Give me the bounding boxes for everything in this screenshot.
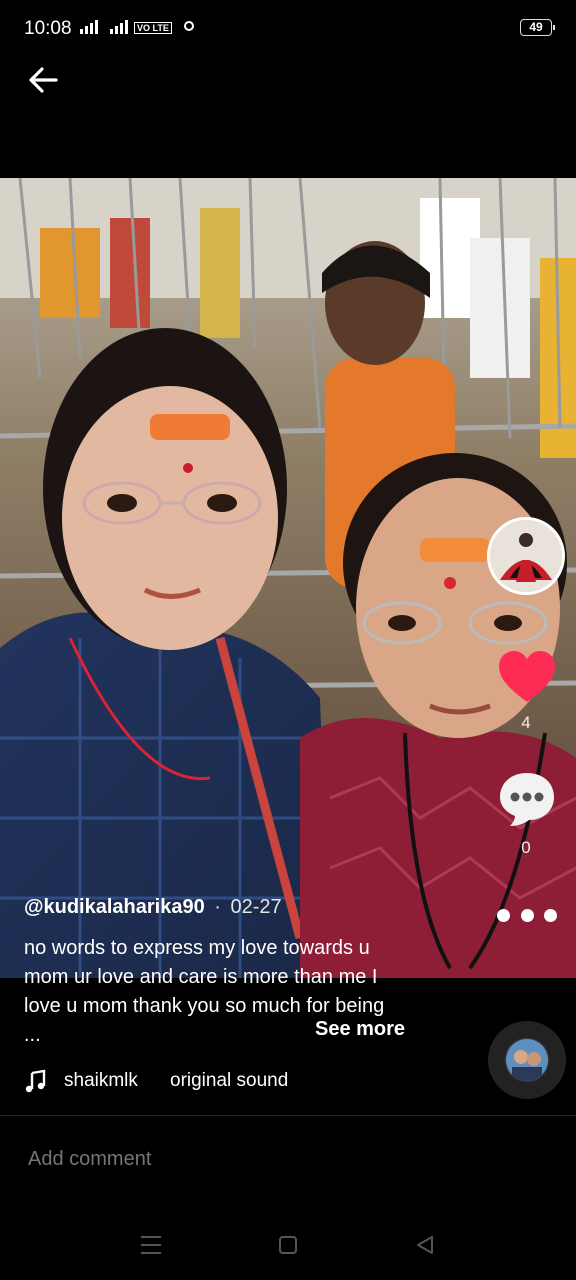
battery-icon: 49 (520, 19, 555, 36)
music-artist[interactable]: shaikmlk (64, 1070, 138, 1092)
back-button[interactable] (24, 60, 64, 100)
like-button[interactable] (496, 648, 558, 711)
creator-avatar[interactable] (487, 517, 565, 595)
divider (0, 1115, 576, 1116)
like-count: 4 (521, 713, 531, 732)
ellipsis-icon (497, 908, 510, 922)
triangle-back-icon[interactable] (414, 1234, 436, 1256)
speech-bubble-icon (500, 773, 554, 826)
music-title[interactable]: original sound (170, 1070, 288, 1092)
record-icon (183, 21, 194, 31)
signal-icon (80, 18, 98, 34)
author-username[interactable]: @kudikalaharika90 (24, 896, 205, 918)
comment-count: 0 (521, 838, 531, 857)
system-nav-bar (0, 1216, 576, 1280)
menu-icon[interactable] (141, 1236, 161, 1254)
avatar-image (490, 520, 562, 592)
sound-disc-button[interactable] (488, 1021, 566, 1099)
music-note-icon (25, 1069, 46, 1093)
separator: · (214, 896, 221, 918)
video-frame (0, 178, 576, 978)
post-author-line: @kudikalaharika90 · 02-27 (24, 896, 282, 919)
status-time: 10:08 (24, 18, 72, 39)
comment-button[interactable] (496, 770, 558, 833)
add-comment-input[interactable] (28, 1148, 528, 1171)
heart-icon (499, 651, 555, 702)
volte-badge: VO LTE (134, 22, 172, 34)
arrow-left-icon (29, 67, 58, 93)
sound-avatar (506, 1039, 548, 1081)
post-date: 02-27 (230, 896, 282, 918)
see-more-link[interactable]: See more (315, 1018, 405, 1041)
status-icons: VO LTE (80, 18, 194, 34)
home-square-icon[interactable] (279, 1236, 297, 1254)
more-options-button[interactable] (497, 906, 557, 924)
video-player[interactable] (0, 178, 576, 978)
signal-4g-icon (110, 18, 128, 34)
status-bar: 10:08 VO LTE 49 (0, 0, 576, 58)
